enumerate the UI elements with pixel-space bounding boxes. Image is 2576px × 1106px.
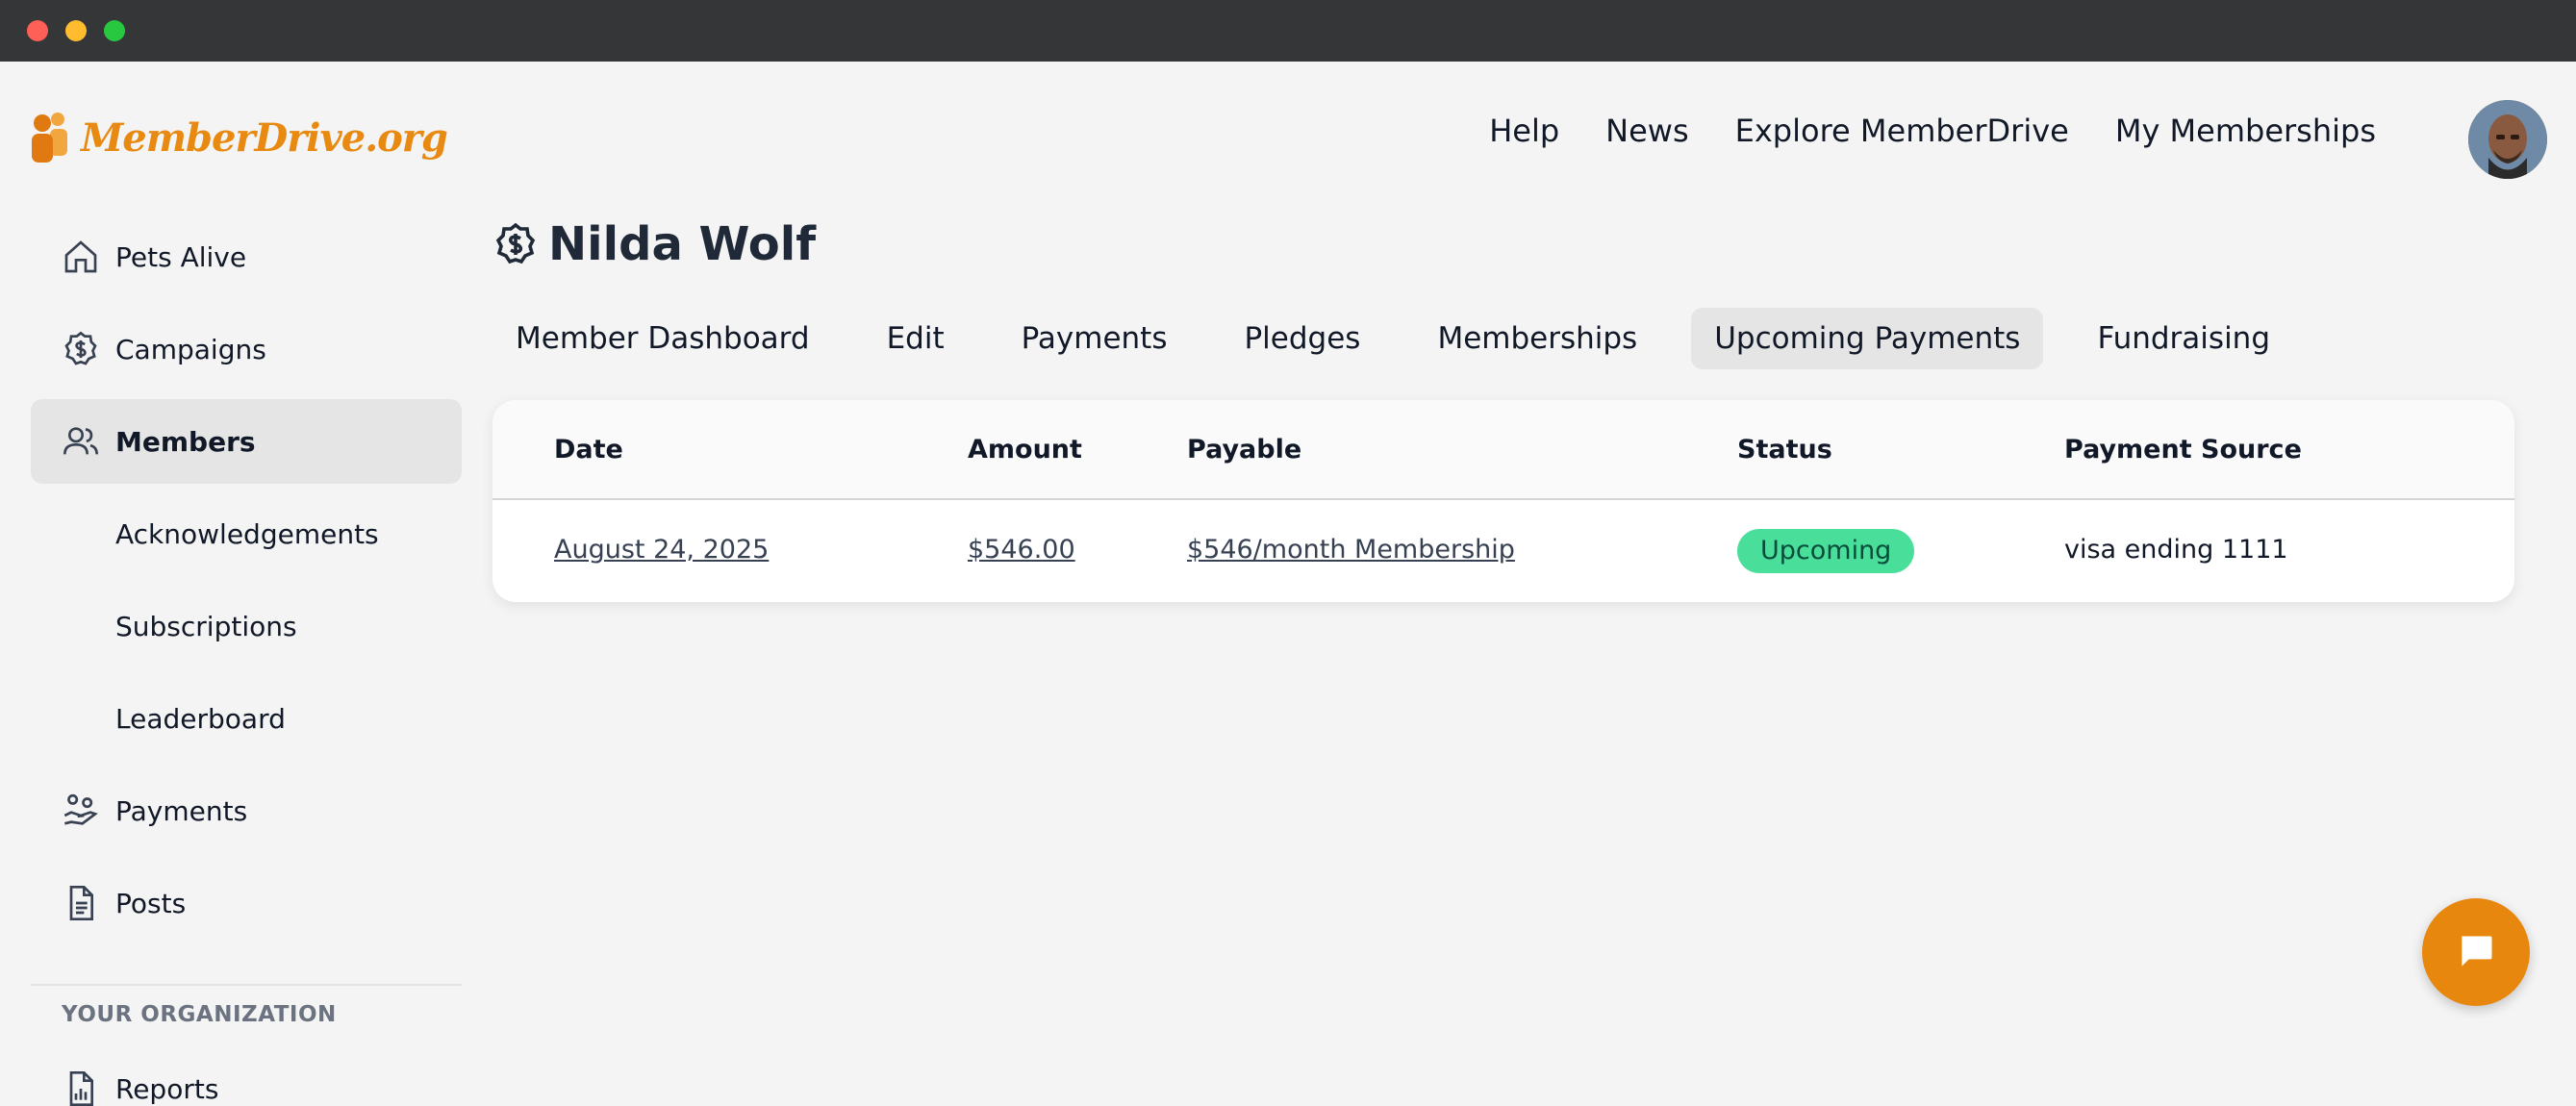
- column-header-payment-source: Payment Source: [2064, 435, 2302, 465]
- report-icon: [69, 1071, 93, 1106]
- tab-upcoming-payments[interactable]: Upcoming Payments: [1691, 308, 2044, 369]
- sidebar-item-label: Leaderboard: [115, 702, 286, 735]
- sidebar-item-label: Reports: [115, 1072, 219, 1105]
- sidebar-item-members[interactable]: Members: [31, 399, 462, 484]
- tab-edit[interactable]: Edit: [864, 308, 968, 369]
- sidebar-item-label: Pets Alive: [115, 240, 247, 273]
- nav-explore-link[interactable]: Explore MemberDrive: [1735, 108, 2069, 154]
- sidebar-item-acknowledgements[interactable]: Acknowledgements: [31, 491, 462, 576]
- payment-source: visa ending 1111: [2064, 535, 2288, 565]
- column-header-status: Status: [1737, 435, 1832, 465]
- sidebar-item-pets-alive[interactable]: Pets Alive: [31, 214, 462, 299]
- tab-payments[interactable]: Payments: [998, 308, 1191, 369]
- chat-button[interactable]: [2422, 898, 2530, 1006]
- sidebar-section-title: YOUR ORGANIZATION: [62, 1002, 337, 1027]
- tab-pledges[interactable]: Pledges: [1221, 308, 1383, 369]
- status-badge: Upcoming: [1737, 529, 1915, 573]
- dollar-badge-icon: [64, 331, 97, 365]
- brand-name: MemberDrive.org: [81, 114, 448, 161]
- sidebar-item-label: Acknowledgements: [115, 517, 379, 550]
- nav-help-link[interactable]: Help: [1489, 108, 1559, 154]
- sidebar-item-label: Payments: [115, 794, 248, 827]
- page-title: Nilda Wolf: [492, 214, 816, 275]
- home-icon: [64, 240, 97, 273]
- top-navigation: Help News Explore MemberDrive My Members…: [1489, 108, 2376, 154]
- tab-memberships[interactable]: Memberships: [1414, 308, 1660, 369]
- payable-link[interactable]: $546/month Membership: [1187, 535, 1515, 565]
- brand-logo[interactable]: MemberDrive.org: [29, 106, 448, 169]
- sidebar-item-subscriptions[interactable]: Subscriptions: [31, 584, 462, 668]
- member-tabs: Member Dashboard Edit Payments Pledges M…: [492, 308, 2293, 369]
- payment-date-link[interactable]: August 24, 2025: [554, 535, 769, 565]
- document-icon: [69, 886, 93, 920]
- users-icon: [63, 427, 98, 455]
- minimize-window-button[interactable]: [65, 20, 87, 41]
- sidebar-item-label: Members: [115, 425, 256, 458]
- nav-my-memberships-link[interactable]: My Memberships: [2115, 108, 2376, 154]
- window-titlebar: [0, 0, 2576, 62]
- sidebar-item-label: Campaigns: [115, 333, 266, 365]
- hand-coins-icon: [63, 793, 98, 825]
- member-name: Nilda Wolf: [548, 217, 817, 271]
- sidebar-item-campaigns[interactable]: Campaigns: [31, 307, 462, 391]
- people-logo-icon: [32, 113, 67, 163]
- sidebar-item-leaderboard[interactable]: Leaderboard: [31, 676, 462, 761]
- sidebar-divider: [31, 984, 462, 986]
- column-header-date: Date: [554, 435, 623, 465]
- column-header-amount: Amount: [968, 435, 1082, 465]
- column-header-payable: Payable: [1187, 435, 1302, 465]
- sidebar-item-reports[interactable]: Reports: [31, 1046, 462, 1106]
- maximize-window-button[interactable]: [104, 20, 125, 41]
- sidebar-item-payments[interactable]: Payments: [31, 768, 462, 853]
- table-header: Date Amount Payable Status Payment Sourc…: [492, 400, 2514, 500]
- sidebar-item-posts[interactable]: Posts: [31, 861, 462, 945]
- sidebar-item-label: Subscriptions: [115, 610, 297, 642]
- upcoming-payments-table: Date Amount Payable Status Payment Sourc…: [492, 400, 2514, 602]
- dollar-badge-icon: [495, 222, 536, 264]
- payment-amount-link[interactable]: $546.00: [968, 535, 1075, 565]
- chat-bubble-icon: [2462, 936, 2492, 967]
- tab-fundraising[interactable]: Fundraising: [2074, 308, 2293, 369]
- nav-news-link[interactable]: News: [1605, 108, 1688, 154]
- user-avatar[interactable]: [2468, 100, 2547, 179]
- tab-member-dashboard[interactable]: Member Dashboard: [492, 308, 833, 369]
- sidebar-item-label: Posts: [115, 887, 187, 919]
- close-window-button[interactable]: [27, 20, 48, 41]
